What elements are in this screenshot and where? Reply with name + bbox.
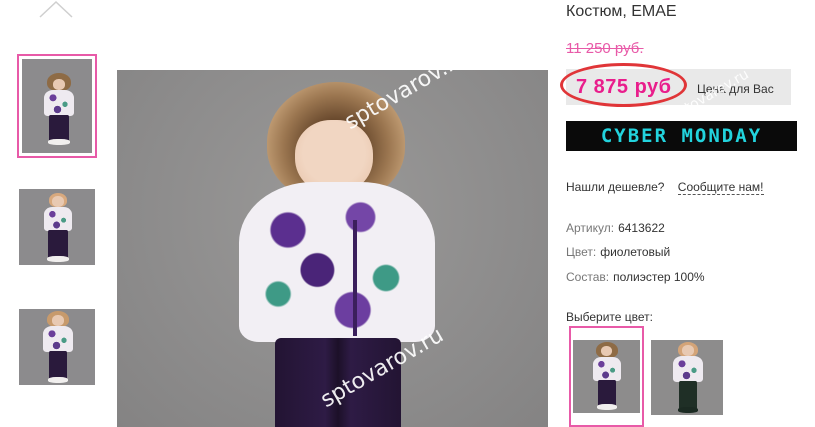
watermark-text: sptovarov.ru (340, 70, 472, 135)
attribute-label: Цвет: (566, 245, 597, 259)
chevron-up-icon[interactable] (38, 0, 74, 18)
color-swatch-purple[interactable] (569, 326, 644, 427)
price-highlight-oval (560, 63, 687, 107)
attribute-value: фиолетовый (600, 245, 671, 259)
attribute-value: 6413622 (618, 221, 665, 235)
attribute-label: Состав: (566, 270, 610, 284)
thumbnail-1[interactable] (17, 54, 97, 158)
report-cheaper-link[interactable]: Сообщите нам! (677, 180, 764, 195)
product-title: Костюм, EMAE (566, 3, 677, 20)
cyber-monday-banner[interactable]: CYBER MONDAY (566, 121, 797, 151)
old-price: 11 250 руб. (566, 40, 644, 57)
found-cheaper-question: Нашли дешевле? (566, 180, 665, 194)
photo-jacket (239, 182, 435, 342)
attribute-color: Цвет: фиолетовый (566, 245, 670, 259)
choose-color-label: Выберите цвет: (566, 310, 654, 324)
attribute-label: Артикул: (566, 221, 615, 235)
main-product-image[interactable]: sptovarov.ru sptovarov.ru (117, 70, 548, 427)
color-swatch-green[interactable] (651, 326, 726, 415)
found-cheaper-row: Нашли дешевле? Сообщите нам! (566, 180, 764, 195)
thumbnail-2[interactable] (19, 189, 95, 265)
attribute-composition: Состав: полиэстер 100% (566, 270, 705, 284)
attribute-article: Артикул: 6413622 (566, 221, 665, 235)
photo-zipper (353, 220, 357, 336)
attribute-value: полиэстер 100% (613, 270, 705, 284)
thumbnail-3[interactable] (19, 309, 95, 385)
